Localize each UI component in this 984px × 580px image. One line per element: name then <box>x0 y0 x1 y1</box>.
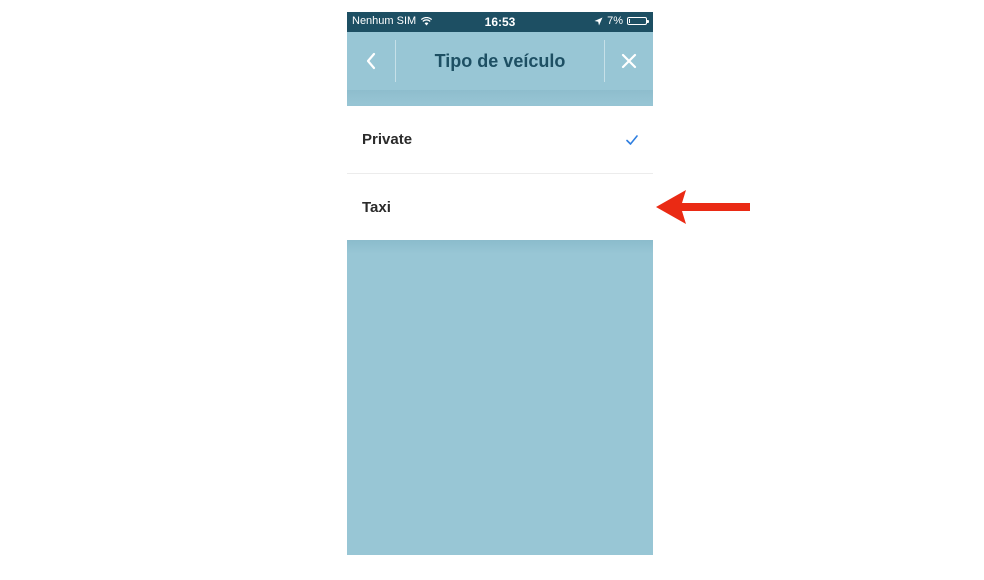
battery-percent: 7% <box>607 15 623 27</box>
back-button[interactable] <box>347 32 395 90</box>
phone-screen: Nenhum SIM 16:53 7% Tipo de veículo Priv… <box>347 12 653 555</box>
option-label: Private <box>362 131 413 148</box>
option-private[interactable]: Private <box>347 106 653 173</box>
red-arrow-annotation <box>656 190 750 224</box>
chevron-left-icon <box>366 52 376 70</box>
status-right: 7% <box>594 15 649 27</box>
close-icon <box>621 53 637 69</box>
battery-icon <box>627 17 649 25</box>
page-title: Tipo de veículo <box>434 51 566 71</box>
header-shadow <box>347 90 653 106</box>
option-taxi[interactable]: Taxi <box>347 173 653 240</box>
list-shadow <box>347 240 653 254</box>
battery-fill <box>629 19 630 23</box>
close-button[interactable] <box>605 32 653 90</box>
vehicle-type-list: Private Taxi <box>347 106 653 240</box>
nav-bar: Tipo de veículo <box>347 32 653 90</box>
option-label: Taxi <box>362 198 391 216</box>
checkmark-icon <box>626 134 638 145</box>
status-bar: Nenhum SIM 16:53 7% <box>347 12 653 32</box>
location-arrow-icon <box>594 17 603 25</box>
